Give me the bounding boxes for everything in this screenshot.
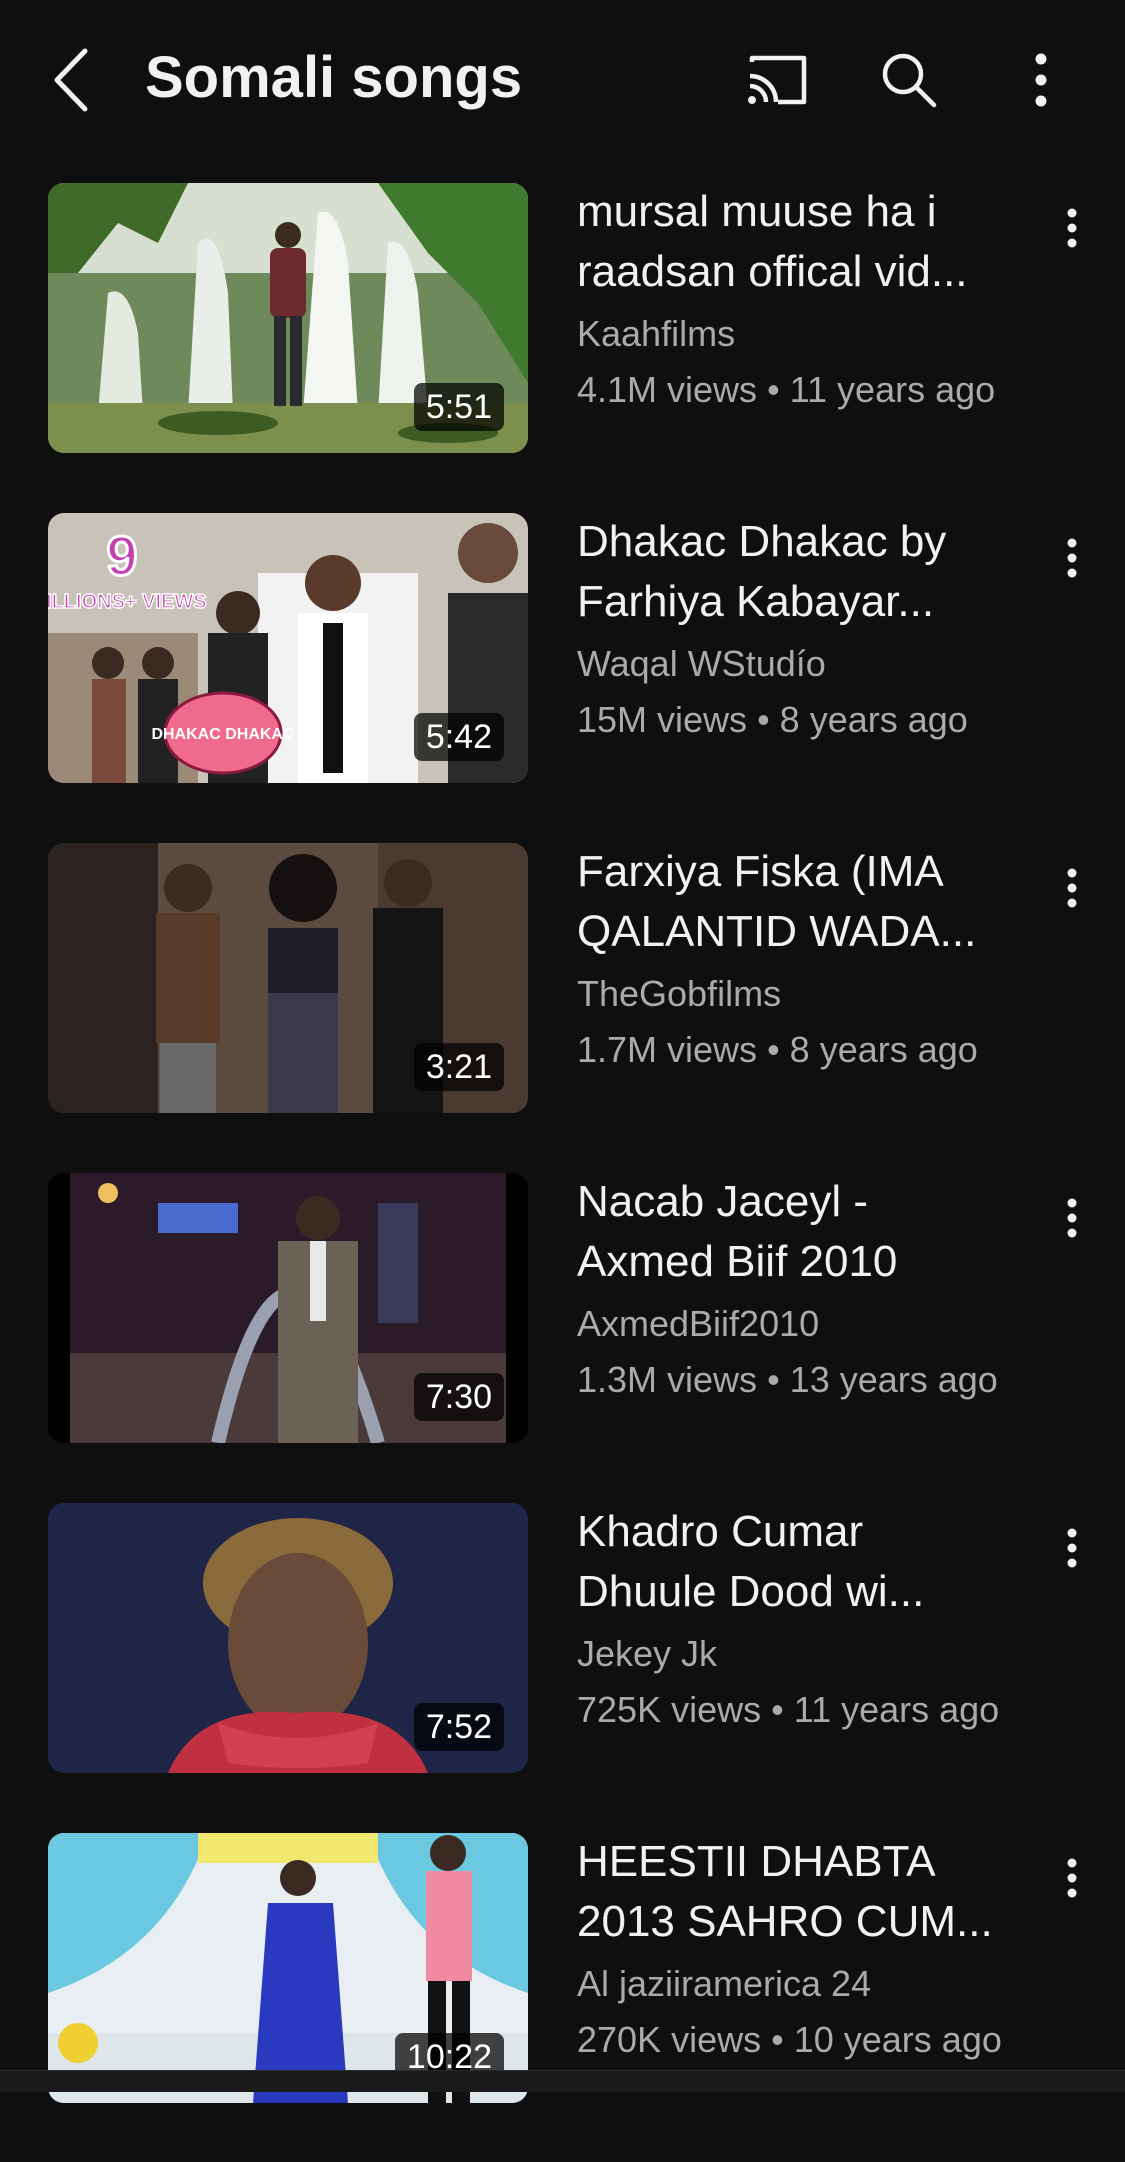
channel-name[interactable]: Waqal WStudío (577, 636, 1022, 692)
top-app-bar: Somali songs (0, 0, 1125, 165)
video-menu-button[interactable] (1040, 856, 1104, 920)
cast-button[interactable] (737, 40, 817, 120)
more-vertical-icon (1067, 1198, 1077, 1238)
view-count: 15M views (577, 699, 748, 740)
channel-name[interactable]: Jekey Jk (577, 1626, 1022, 1682)
video-title-line1[interactable]: HEESTII DHABTA (577, 1832, 1022, 1892)
video-item[interactable]: 7:52 Khadro Cumar Dhuule Dood wi... Jeke… (0, 1502, 1125, 1832)
channel-name[interactable]: Al jaziiramerica 24 (577, 1956, 1022, 2012)
upload-age: 10 years ago (793, 2019, 1002, 2060)
meta-separator: • (767, 369, 780, 410)
video-stats: 4.1M views • 11 years ago (577, 362, 1022, 418)
bubble-text: DHAKAC DHAKAC (151, 726, 295, 743)
video-stats: 1.7M views • 8 years ago (577, 1022, 1022, 1078)
more-options-button[interactable] (1001, 40, 1081, 120)
bottom-navigation-bar (0, 2070, 1125, 2092)
video-stats: 1.3M views • 13 years ago (577, 1352, 1022, 1408)
video-menu-button[interactable] (1040, 1186, 1104, 1250)
video-duration: 7:52 (413, 1703, 504, 1751)
meta-separator: • (771, 1689, 784, 1730)
upload-age: 11 years ago (793, 1689, 1000, 1730)
video-duration: 3:21 (413, 1043, 504, 1091)
video-menu-button[interactable] (1040, 196, 1104, 260)
more-vertical-icon (1067, 1858, 1077, 1898)
video-menu-button[interactable] (1040, 526, 1104, 590)
video-thumbnail[interactable]: 5:51 (48, 183, 528, 453)
video-item[interactable]: 9 MILLIONS+ VIEWS DHAKAC DHAKAC 5:42 Dha… (0, 512, 1125, 842)
badge-number: 9 (106, 524, 137, 587)
view-count: 4.1M views (577, 369, 758, 410)
video-stats: 15M views • 8 years ago (577, 692, 1022, 748)
video-stats: 725K views • 11 years ago (577, 1682, 1022, 1738)
video-list: 5:51 mursal muuse ha i raadsan offical v… (0, 182, 1125, 2162)
meta-separator: • (767, 1029, 780, 1070)
channel-name[interactable]: TheGobfilms (577, 966, 1022, 1022)
video-info: Nacab Jaceyl - Axmed Biif 2010 AxmedBiif… (577, 1172, 1022, 1408)
upload-age: 13 years ago (789, 1359, 998, 1400)
video-item[interactable]: 5:51 mursal muuse ha i raadsan offical v… (0, 182, 1125, 512)
back-button[interactable] (36, 40, 106, 120)
view-count: 1.7M views (577, 1029, 758, 1070)
upload-age: 11 years ago (789, 369, 996, 410)
video-item[interactable]: 7:30 Nacab Jaceyl - Axmed Biif 2010 Axme… (0, 1172, 1125, 1502)
video-thumbnail[interactable]: 7:30 (48, 1173, 528, 1443)
cast-icon (748, 55, 807, 105)
video-info: Farxiya Fiska (IMA QALANTID WADA... TheG… (577, 842, 1022, 1078)
video-duration: 5:51 (413, 383, 504, 431)
video-title-line2[interactable]: QALANTID WADA... (577, 902, 1022, 962)
video-title-line1[interactable]: Nacab Jaceyl - (577, 1172, 1022, 1232)
video-title-line1[interactable]: Farxiya Fiska (IMA (577, 842, 1022, 902)
view-count: 725K views (577, 1689, 762, 1730)
video-thumbnail[interactable]: 10:22 (48, 1833, 528, 2103)
video-title-line1[interactable]: Khadro Cumar (577, 1502, 1022, 1562)
more-vertical-icon (1067, 208, 1077, 248)
video-item[interactable]: 10:22 HEESTII DHABTA 2013 SAHRO CUM... A… (0, 1832, 1125, 2162)
video-thumbnail[interactable]: 9 MILLIONS+ VIEWS DHAKAC DHAKAC 5:42 (48, 513, 528, 783)
meta-separator: • (767, 1359, 780, 1400)
channel-name[interactable]: Kaahfilms (577, 306, 1022, 362)
search-icon (882, 53, 937, 108)
more-vertical-icon (1067, 538, 1077, 578)
video-menu-button[interactable] (1040, 1516, 1104, 1580)
badge-text: MILLIONS+ VIEWS (48, 591, 207, 613)
back-arrow-icon (54, 48, 88, 112)
search-button[interactable] (869, 40, 949, 120)
channel-name[interactable]: AxmedBiif2010 (577, 1296, 1022, 1352)
view-count: 270K views (577, 2019, 762, 2060)
video-title-line2[interactable]: Axmed Biif 2010 (577, 1232, 1022, 1292)
more-vertical-icon (1067, 868, 1077, 908)
page-title: Somali songs (145, 45, 523, 110)
video-thumbnail[interactable]: 7:52 (48, 1503, 528, 1773)
video-info: HEESTII DHABTA 2013 SAHRO CUM... Al jazi… (577, 1832, 1022, 2068)
more-vertical-icon (1035, 53, 1047, 107)
video-title-line2[interactable]: Dhuule Dood wi... (577, 1562, 1022, 1622)
view-count: 1.3M views (577, 1359, 758, 1400)
meta-separator: • (771, 2019, 784, 2060)
meta-separator: • (757, 699, 770, 740)
video-duration: 7:30 (413, 1373, 504, 1421)
video-menu-button[interactable] (1040, 1846, 1104, 1910)
video-info: Dhakac Dhakac by Farhiya Kabayar... Waqa… (577, 512, 1022, 748)
video-title-line1[interactable]: Dhakac Dhakac by (577, 512, 1022, 572)
video-duration: 5:42 (413, 713, 504, 761)
video-title-line2[interactable]: Farhiya Kabayar... (577, 572, 1022, 632)
video-title-line1[interactable]: mursal muuse ha i (577, 182, 1022, 242)
video-info: mursal muuse ha i raadsan offical vid...… (577, 182, 1022, 418)
more-vertical-icon (1067, 1528, 1077, 1568)
video-title-line2[interactable]: 2013 SAHRO CUM... (577, 1892, 1022, 1952)
upload-age: 8 years ago (779, 699, 968, 740)
video-item[interactable]: 3:21 Farxiya Fiska (IMA QALANTID WADA...… (0, 842, 1125, 1172)
video-thumbnail[interactable]: 3:21 (48, 843, 528, 1113)
upload-age: 8 years ago (789, 1029, 978, 1070)
video-stats: 270K views • 10 years ago (577, 2012, 1022, 2068)
video-info: Khadro Cumar Dhuule Dood wi... Jekey Jk … (577, 1502, 1022, 1738)
video-title-line2[interactable]: raadsan offical vid... (577, 242, 1022, 302)
